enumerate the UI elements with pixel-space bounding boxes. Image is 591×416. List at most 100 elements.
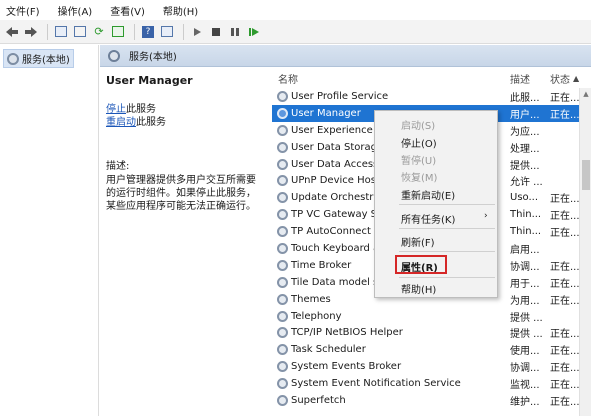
service-row[interactable]: TCP/IP NetBIOS Helper 提供 ... 正在... — [272, 324, 580, 341]
back-arrow-icon[interactable] — [4, 24, 20, 40]
service-description: 用户... — [510, 109, 540, 121]
play-icon[interactable] — [189, 24, 205, 40]
gear-icon — [277, 378, 288, 390]
pane-header-title: 服务(本地) — [129, 52, 177, 63]
service-description: 提供... — [510, 160, 540, 172]
gear-icon — [277, 293, 288, 305]
gear-icon — [277, 175, 288, 187]
properties-sheet-icon[interactable] — [72, 24, 88, 40]
gear-icon — [277, 259, 288, 271]
service-row[interactable]: System Event Notification Service 监视... 正在… — [272, 375, 580, 392]
vertical-scrollbar[interactable]: ▲ — [579, 88, 591, 416]
tree-item-label: 服务(本地) — [22, 55, 70, 66]
service-description: 为应... — [510, 126, 540, 138]
gear-icon — [277, 192, 288, 204]
context-menu: 启动(S) 停止(O) 暂停(U) 恢复(M) 重新启动(E) 所有任务(K) … — [374, 110, 498, 298]
service-name: User Data Storag — [291, 141, 378, 153]
service-description: 使用... — [510, 346, 540, 358]
service-name: User Experience V — [291, 124, 383, 136]
service-row[interactable]: System Events Broker 协调... 正在... — [272, 358, 580, 375]
ctx-all-tasks[interactable]: 所有任务(K) — [401, 211, 455, 226]
service-name: Telephony — [291, 310, 342, 322]
service-row[interactable]: Superfetch 维护... 正在... — [272, 392, 580, 409]
gear-icon — [277, 141, 288, 153]
ctx-separator — [399, 277, 495, 278]
service-status: 正在... — [550, 261, 580, 273]
help-icon[interactable]: ? — [140, 24, 156, 40]
column-header-status[interactable]: 状态 — [550, 71, 570, 86]
toolbar: ⟳ ? — [0, 20, 591, 44]
gear-icon — [108, 49, 120, 62]
export-list-icon[interactable] — [110, 24, 126, 40]
ctx-restart[interactable]: 重新启动(E) — [401, 187, 455, 202]
refresh-icon[interactable]: ⟳ — [91, 24, 107, 40]
gear-icon — [277, 91, 288, 102]
restart-service-line: 重启动此服务 — [106, 116, 264, 129]
ctx-resume: 恢复(M) — [401, 173, 438, 184]
service-name: UPnP Device Host — [291, 175, 380, 187]
gear-icon — [277, 327, 288, 339]
restart-service-suffix: 此服务 — [136, 117, 166, 128]
service-name: Themes — [291, 293, 331, 305]
service-name: System Events Broker — [291, 361, 402, 373]
column-header-description[interactable]: 描述 — [510, 71, 530, 86]
menu-help[interactable]: 帮助(H) — [163, 3, 198, 18]
detail-pane: User Manager 停止此服务 重启动此服务 描述: 用户管理器提供多用户… — [100, 68, 270, 416]
service-status: 正在... — [550, 295, 580, 307]
gear-icon — [277, 344, 288, 356]
service-status: 正在... — [550, 194, 580, 206]
console-tree: 服务(本地) — [0, 45, 99, 416]
service-description: 用于... — [510, 278, 540, 290]
ctx-start: 启动(S) — [401, 121, 436, 132]
service-status: 正在... — [550, 363, 580, 375]
sort-arrow-icon: ▲ — [573, 73, 580, 83]
menu-action[interactable]: 操作(A) — [58, 3, 93, 18]
console-tree-icon[interactable] — [53, 24, 69, 40]
scrollbar-thumb[interactable] — [582, 160, 590, 190]
gear-icon — [277, 361, 288, 373]
ctx-help[interactable]: 帮助(H) — [401, 281, 436, 296]
gear-icon — [277, 310, 288, 322]
menu-view[interactable]: 查看(V) — [110, 3, 145, 18]
gear-icon — [277, 158, 288, 170]
gear-icon — [277, 226, 288, 238]
gear-icon — [277, 107, 288, 119]
service-description: 协调... — [510, 261, 540, 273]
gear-icon — [277, 124, 288, 136]
ctx-refresh[interactable]: 刷新(F) — [401, 234, 435, 249]
ctx-separator — [399, 251, 495, 252]
toolbar-separator — [47, 23, 48, 40]
menu-file[interactable]: 文件(F) — [6, 3, 40, 18]
service-description: Uso... — [510, 192, 539, 204]
ctx-pause: 暂停(U) — [401, 156, 437, 167]
stop-icon[interactable] — [208, 24, 224, 40]
ctx-stop[interactable]: 停止(O) — [401, 135, 437, 150]
toolbar-separator — [134, 23, 135, 40]
forward-arrow-icon[interactable] — [23, 24, 39, 40]
stop-service-link[interactable]: 停止 — [106, 104, 126, 115]
service-row[interactable]: Task Scheduler 使用... 正在... — [272, 341, 580, 358]
service-name: Superfetch — [291, 394, 346, 406]
tree-item-services-local[interactable]: 服务(本地) — [3, 49, 74, 68]
service-description: 启用... — [510, 244, 540, 256]
service-name: Touch Keyboard a — [291, 242, 380, 254]
service-name: TP VC Gateway Se — [291, 209, 384, 221]
service-name: Tile Data model s — [291, 276, 379, 288]
service-description: 监视... — [510, 380, 540, 392]
restart-icon[interactable] — [246, 24, 262, 40]
scroll-up-arrow-icon[interactable]: ▲ — [580, 88, 591, 100]
gear-icon — [7, 52, 19, 65]
column-header-row: 名称 描述 状态 ▲ — [272, 68, 591, 88]
ctx-separator — [399, 204, 495, 205]
restart-service-link[interactable]: 重启动 — [106, 117, 136, 128]
view-icon[interactable] — [159, 24, 175, 40]
column-header-name[interactable]: 名称 — [278, 71, 298, 86]
service-row[interactable]: Telephony 提供 ... — [272, 308, 580, 325]
service-description: Thin... — [510, 226, 542, 238]
pause-icon[interactable] — [227, 24, 243, 40]
service-description: 维护... — [510, 396, 540, 408]
service-status: 正在... — [550, 109, 580, 121]
service-status: 正在... — [550, 329, 580, 341]
service-name: TP AutoConnect S — [291, 226, 381, 238]
service-row[interactable]: User Profile Service 此服... 正在... — [272, 88, 580, 105]
